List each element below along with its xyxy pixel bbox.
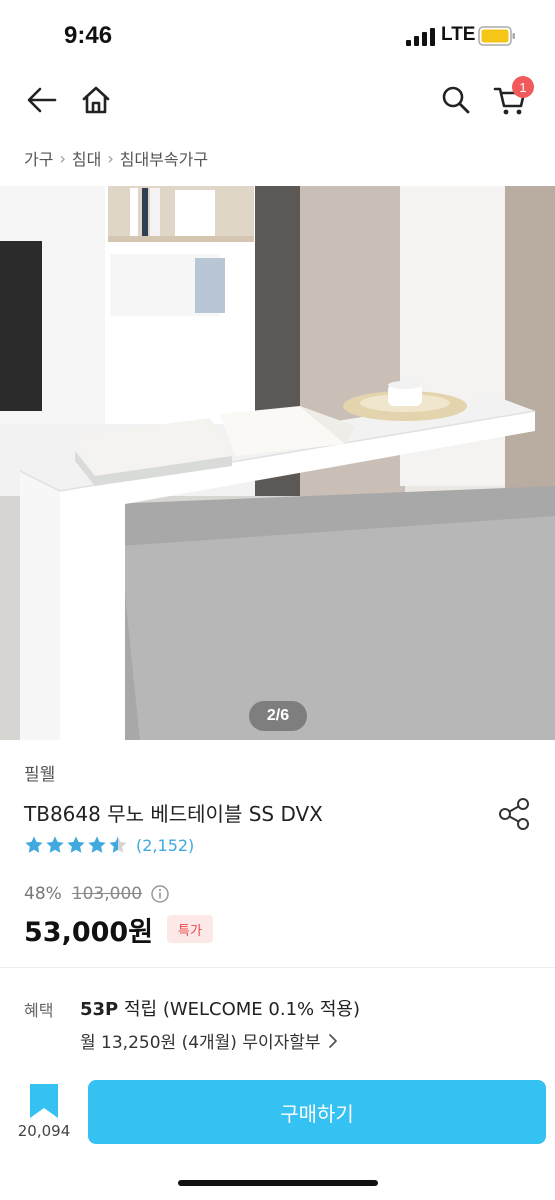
cart-count-badge: 1 [512, 76, 534, 98]
back-button[interactable] [22, 80, 62, 120]
star-icon [88, 836, 106, 853]
review-count[interactable]: (2,152) [136, 836, 194, 855]
breadcrumb-item[interactable]: 침대 [72, 146, 101, 170]
search-button[interactable] [436, 80, 476, 120]
nav-bar [0, 72, 555, 128]
divider [0, 967, 555, 968]
home-indicator [178, 1180, 378, 1186]
home-button[interactable] [76, 80, 116, 120]
network-label: LTE [441, 24, 476, 45]
breadcrumb-item[interactable]: 침대부속가구 [120, 146, 208, 170]
points-text: 적립 (WELCOME 0.1% 적용) [118, 999, 360, 1020]
breadcrumb-item[interactable]: 가구 [24, 146, 53, 170]
breadcrumb: 가구 › 침대 › 침대부속가구 [24, 146, 208, 170]
chevron-right-icon [328, 1033, 337, 1048]
installment-link[interactable]: 월 13,250원 (4개월) 무이자할부 [80, 1028, 339, 1053]
product-image[interactable] [0, 186, 555, 740]
discount-rate: 48% [24, 884, 62, 904]
rating[interactable]: (2,152) [24, 834, 194, 856]
status-time: 9:46 [64, 22, 113, 49]
wishlist-count: 20,094 [17, 1122, 71, 1140]
product-photo [0, 186, 555, 740]
bookmark-icon [30, 1084, 58, 1118]
share-icon [499, 798, 529, 830]
discount-row: 48% 103,000 [24, 882, 170, 906]
status-bar: 9:46 LTE [0, 0, 555, 72]
star-rating [24, 835, 128, 855]
share-button[interactable] [496, 795, 534, 833]
info-icon[interactable] [150, 884, 170, 904]
search-icon [442, 86, 470, 114]
star-icon [109, 836, 127, 853]
sale-price: 53,000원 [24, 916, 154, 948]
price-row: 53,000원 특가 [24, 911, 213, 948]
special-badge: 특가 [167, 915, 213, 943]
chevron-right-icon: › [59, 148, 66, 168]
signal-icon [406, 28, 435, 46]
installment-text: 월 13,250원 (4개월) 무이자할부 [80, 1033, 321, 1053]
buy-button[interactable]: 구매하기 [88, 1080, 546, 1144]
product-title: TB8648 무노 베드테이블 SS DVX [24, 802, 323, 826]
home-icon [82, 86, 110, 114]
chevron-right-icon: › [107, 148, 114, 168]
benefit-label: 혜택 [24, 1001, 54, 1020]
star-icon [67, 836, 85, 853]
brand-name[interactable]: 필웰 [24, 760, 55, 785]
points-amount: 53P [80, 999, 119, 1020]
original-price: 103,000 [71, 884, 143, 904]
back-arrow-icon [27, 87, 57, 113]
star-icon [25, 836, 43, 853]
battery-icon [478, 26, 515, 46]
star-icon [46, 836, 64, 853]
image-pager: 2/6 [249, 701, 307, 731]
points-info: 53P 적립 (WELCOME 0.1% 적용) [80, 995, 360, 1021]
